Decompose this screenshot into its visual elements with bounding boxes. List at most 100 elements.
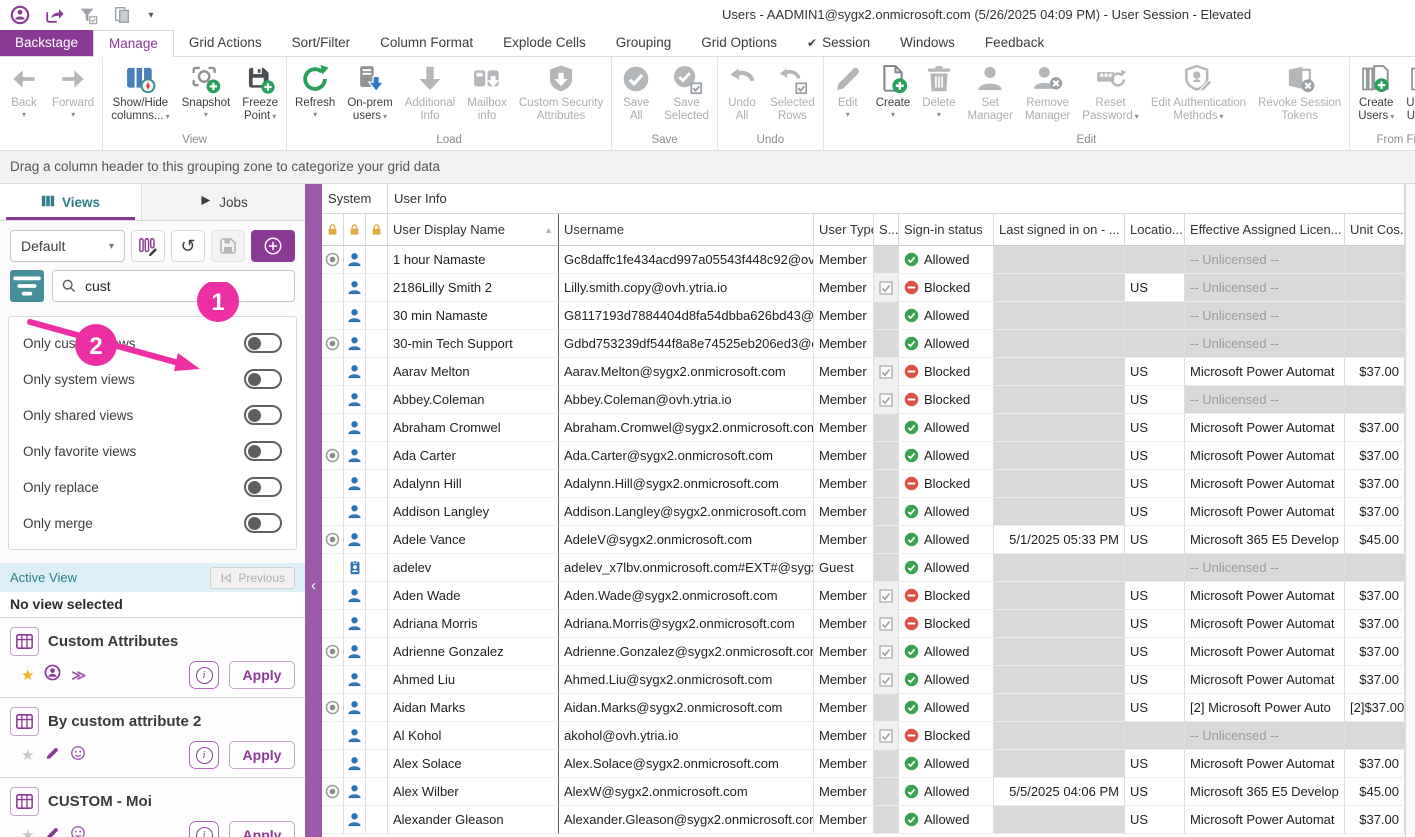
table-row[interactable]: Adriana MorrisAdriana.Morris@sygx2.onmic… — [322, 610, 1415, 638]
custom-security-attributes-button[interactable]: Custom SecurityAttributes — [513, 57, 609, 133]
delete-button[interactable]: Delete▾ — [916, 57, 961, 133]
column-header-lock-1[interactable] — [344, 214, 366, 246]
sync-checkbox-cell[interactable] — [874, 778, 899, 806]
row-select-cell[interactable] — [322, 610, 344, 638]
table-row[interactable]: Ahmed LiuAhmed.Liu@sygx2.onmicrosoft.com… — [322, 666, 1415, 694]
column-header-lock-2[interactable] — [366, 214, 388, 246]
row-select-cell[interactable] — [322, 694, 344, 722]
freeze-point-button[interactable]: FreezePoint▾ — [236, 57, 284, 133]
previous-view-button[interactable]: Previous — [210, 567, 295, 589]
create-button[interactable]: Create▾ — [870, 57, 917, 133]
tab-sort-filter[interactable]: Sort/Filter — [277, 30, 366, 56]
undo-all-button[interactable]: UndoAll — [720, 57, 764, 133]
column-header-user-type[interactable]: User Type — [814, 214, 874, 246]
sync-checkbox-cell[interactable] — [874, 582, 899, 610]
set-manager-button[interactable]: SetManager — [962, 57, 1019, 133]
table-row[interactable]: Alex WilberAlexW@sygx2.onmicrosoft.comMe… — [322, 778, 1415, 806]
edit-authentication-methods-button[interactable]: Edit AuthenticationMethods▾ — [1145, 57, 1252, 133]
create-users-button[interactable]: CreateUsers▾ — [1352, 57, 1400, 133]
grouping-zone[interactable]: Drag a column header to this grouping zo… — [0, 150, 1415, 184]
vertical-scrollbar[interactable] — [1405, 184, 1415, 837]
sync-checkbox-cell[interactable] — [874, 694, 899, 722]
on-prem-users-button[interactable]: On-premusers▾ — [341, 57, 398, 133]
copy-layout-icon[interactable] — [110, 3, 134, 27]
sync-checkbox-cell[interactable] — [874, 498, 899, 526]
apply-view-button[interactable]: Apply — [229, 821, 295, 837]
table-row[interactable]: Abbey.ColemanAbbey.Coleman@ovh.ytria.ioM… — [322, 386, 1415, 414]
panel-tab-views[interactable]: Views — [0, 184, 142, 220]
app-logo-icon[interactable] — [8, 3, 32, 27]
back-button[interactable]: Back▾ — [2, 57, 46, 133]
table-row[interactable]: Adrienne GonzalezAdrienne.Gonzalez@sygx2… — [322, 638, 1415, 666]
tab-feedback[interactable]: Feedback — [970, 30, 1059, 56]
apply-view-button[interactable]: Apply — [229, 661, 295, 689]
toggle-only-shared-views[interactable] — [244, 405, 282, 425]
row-select-cell[interactable] — [322, 778, 344, 806]
sync-checkbox-cell[interactable] — [874, 554, 899, 582]
view-selector-dropdown[interactable]: Default ▾ — [10, 230, 125, 262]
toggle-only-merge[interactable] — [244, 513, 282, 533]
edit-button[interactable]: Edit▾ — [826, 57, 870, 133]
panel-splitter[interactable]: ‹ — [305, 184, 322, 837]
qat-more-icon[interactable]: ▾ — [144, 3, 158, 27]
update-users-button[interactable]: UpdateUsers▾ — [1400, 57, 1415, 133]
sync-checkbox-cell[interactable] — [874, 806, 899, 834]
forward-button[interactable]: Forward▾ — [46, 57, 100, 133]
sync-checkbox-cell[interactable] — [874, 722, 899, 750]
additional-info-button[interactable]: AdditionalInfo — [399, 57, 462, 133]
tab-backstage[interactable]: Backstage — [0, 30, 93, 56]
row-select-cell[interactable] — [322, 554, 344, 582]
column-header-username[interactable]: Username — [559, 214, 814, 246]
group-header-user-info[interactable]: User Info — [388, 184, 1405, 214]
add-view-button[interactable] — [251, 230, 295, 262]
favorite-star-icon[interactable]: ★ — [21, 668, 34, 683]
row-select-cell[interactable] — [322, 330, 344, 358]
table-row[interactable]: 30 min NamasteG8117193d7884404d8fa54dbba… — [322, 302, 1415, 330]
view-card[interactable]: CUSTOM - Moi★iApply — [0, 778, 305, 837]
table-row[interactable]: Aden WadeAden.Wade@sygx2.onmicrosoft.com… — [322, 582, 1415, 610]
reset-password-button[interactable]: ***ResetPassword▾ — [1076, 57, 1145, 133]
tab-column-format[interactable]: Column Format — [365, 30, 488, 56]
sync-checkbox-cell[interactable] — [874, 750, 899, 778]
favorite-star-icon[interactable]: ★ — [21, 748, 34, 763]
remove-manager-button[interactable]: RemoveManager — [1019, 57, 1076, 133]
favorite-star-icon[interactable]: ★ — [21, 828, 34, 837]
column-header-last-signed-in-on-[interactable]: Last signed in on - ... — [994, 214, 1125, 246]
table-row[interactable]: Addison LangleyAddison.Langley@sygx2.onm… — [322, 498, 1415, 526]
view-card[interactable]: Custom Attributes★≫iApply — [0, 618, 305, 698]
toggle-only-replace[interactable] — [244, 477, 282, 497]
reset-view-button[interactable]: ↺ — [171, 230, 205, 262]
column-header-user-display-name[interactable]: User Display Name▲ — [388, 214, 559, 246]
row-select-cell[interactable] — [322, 470, 344, 498]
tab-explode-cells[interactable]: Explode Cells — [488, 30, 601, 56]
tab-grid-options[interactable]: Grid Options — [686, 30, 792, 56]
sync-checkbox-cell[interactable] — [874, 526, 899, 554]
sync-checkbox-cell[interactable] — [874, 638, 899, 666]
apply-view-button[interactable]: Apply — [229, 741, 295, 769]
view-info-button[interactable]: i — [189, 661, 219, 689]
table-row[interactable]: Ada CarterAda.Carter@sygx2.onmicrosoft.c… — [322, 442, 1415, 470]
table-row[interactable]: Al Koholakohol@ovh.ytria.ioMemberBlocked… — [322, 722, 1415, 750]
tab-session[interactable]: ✔Session — [792, 30, 885, 56]
edit-columns-button[interactable] — [131, 230, 165, 262]
table-row[interactable]: 30-min Tech SupportGdbd753239df544f8a8e7… — [322, 330, 1415, 358]
column-header-s-[interactable]: S... — [874, 214, 899, 246]
toggle-only-custom-views[interactable] — [244, 333, 282, 353]
row-select-cell[interactable] — [322, 302, 344, 330]
row-select-cell[interactable] — [322, 246, 344, 274]
row-select-cell[interactable] — [322, 498, 344, 526]
sync-checkbox-cell[interactable] — [874, 330, 899, 358]
table-row[interactable]: Adele VanceAdeleV@sygx2.onmicrosoft.comM… — [322, 526, 1415, 554]
row-select-cell[interactable] — [322, 750, 344, 778]
tab-windows[interactable]: Windows — [885, 30, 970, 56]
mailbox-info-button[interactable]: Mailboxinfo — [461, 57, 513, 133]
sync-checkbox-cell[interactable] — [874, 386, 899, 414]
table-row[interactable]: 1 hour NamasteGc8daffc1fe434acd997a05543… — [322, 246, 1415, 274]
view-card[interactable]: By custom attribute 2★iApply — [0, 698, 305, 778]
view-info-button[interactable]: i — [189, 821, 219, 837]
row-select-cell[interactable] — [322, 806, 344, 834]
row-select-cell[interactable] — [322, 358, 344, 386]
save-selected-button[interactable]: SaveSelected — [658, 57, 715, 133]
group-header-system[interactable]: System — [322, 184, 388, 214]
row-select-cell[interactable] — [322, 526, 344, 554]
